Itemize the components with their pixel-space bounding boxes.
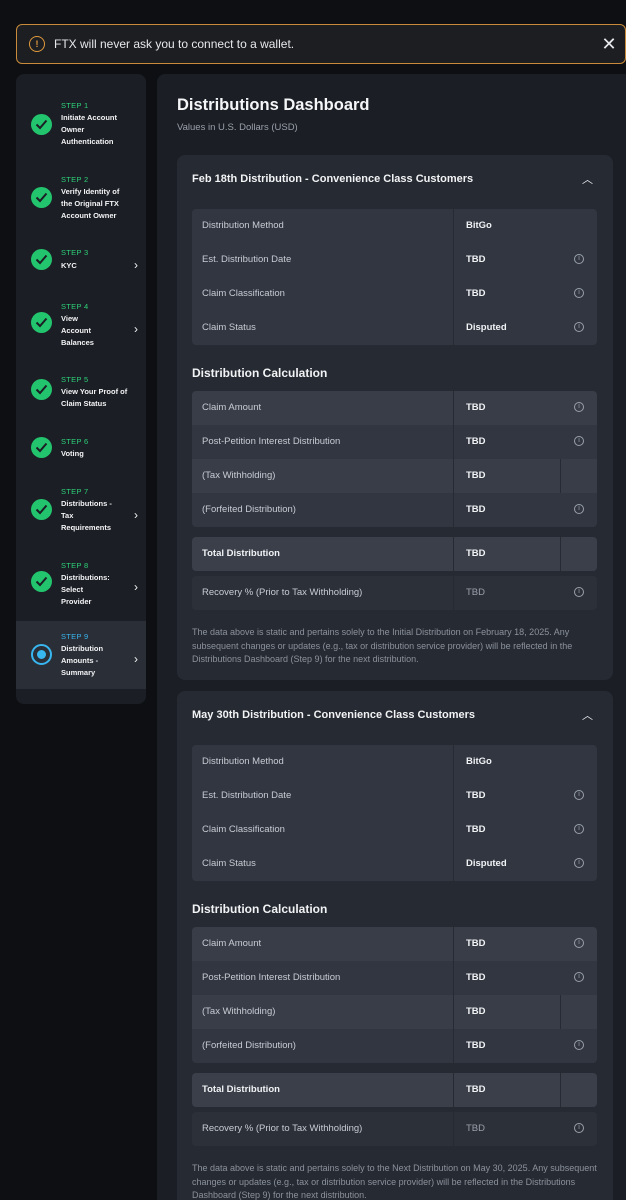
check-circle-icon	[31, 379, 52, 400]
calc-row: Post-Petition Interest Distribution TBD …	[192, 425, 597, 459]
calc-row: Post-Petition Interest Distribution TBD …	[192, 961, 597, 995]
sidebar-step-9[interactable]: STEP 9 Distribution Amounts - Summary ›	[16, 621, 146, 689]
close-icon[interactable]: ✕	[599, 34, 619, 54]
info-icon[interactable]: i	[574, 288, 584, 298]
detail-row: Distribution Method BitGo	[192, 209, 597, 243]
chevron-up-icon[interactable]: ︿	[582, 707, 593, 723]
main-panel: Distributions Dashboard Values in U.S. D…	[157, 74, 626, 1200]
sidebar-step-4[interactable]: STEP 4 View Account Balances ›	[16, 296, 146, 352]
calc-row: Claim Amount TBD i	[192, 927, 597, 961]
sidebar-step-7[interactable]: STEP 7 Distributions - Tax Requirements …	[16, 482, 146, 542]
calc-row: (Forfeited Distribution) TBD i	[192, 493, 597, 527]
calc-row: (Forfeited Distribution) TBD i	[192, 1029, 597, 1063]
page-title: Distributions Dashboard	[177, 96, 370, 114]
chevron-up-icon[interactable]: ︿	[582, 171, 593, 187]
step-title: Voting	[61, 449, 84, 458]
step-number: STEP 2	[61, 175, 89, 184]
sidebar-step-5[interactable]: STEP 5 View Your Proof of Claim Status	[16, 370, 146, 414]
step-number: STEP 8	[61, 561, 89, 570]
check-circle-icon	[31, 249, 52, 270]
step-title: View Account Balances	[61, 314, 94, 347]
step-title: KYC	[61, 261, 77, 270]
calculation-title: Distribution Calculation	[192, 366, 328, 380]
card-title: May 30th Distribution - Convenience Clas…	[192, 709, 476, 721]
recovery-row: Recovery % (Prior to Tax Withholding) TB…	[192, 576, 597, 610]
info-icon[interactable]: i	[574, 587, 584, 597]
detail-row: Est. Distribution Date TBD i	[192, 243, 597, 277]
info-icon[interactable]: i	[574, 858, 584, 868]
detail-row: Claim Status Disputed i	[192, 847, 597, 881]
sidebar-step-1[interactable]: STEP 1 Initiate Account Owner Authentica…	[16, 94, 146, 154]
check-circle-icon	[31, 571, 52, 592]
detail-row: Claim Classification TBD i	[192, 277, 597, 311]
page-subtitle: Values in U.S. Dollars (USD)	[177, 122, 298, 133]
check-circle-icon	[31, 437, 52, 458]
step-title: Verify Identity of the Original FTX Acco…	[61, 187, 120, 220]
current-step-icon	[31, 644, 52, 665]
info-icon[interactable]: i	[574, 790, 584, 800]
warning-triangle-icon: !	[29, 36, 45, 52]
detail-row: Claim Status Disputed i	[192, 311, 597, 345]
step-number: STEP 5	[61, 375, 89, 384]
chevron-right-icon: ›	[134, 652, 138, 666]
check-circle-icon	[31, 312, 52, 333]
chevron-right-icon: ›	[134, 258, 138, 272]
info-icon[interactable]: i	[574, 1040, 584, 1050]
wallet-warning-banner: ! FTX will never ask you to connect to a…	[16, 24, 626, 64]
banner-text: FTX will never ask you to connect to a w…	[54, 37, 295, 51]
step-number: STEP 1	[61, 101, 89, 110]
detail-row: Distribution Method BitGo	[192, 745, 597, 779]
static-data-note: The data above is static and pertains so…	[192, 627, 573, 664]
info-icon[interactable]: i	[574, 504, 584, 514]
info-icon[interactable]: i	[574, 436, 584, 446]
check-circle-icon	[31, 187, 52, 208]
total-distribution-row: Total Distribution TBD	[192, 1073, 597, 1107]
info-icon[interactable]: i	[574, 1123, 584, 1133]
info-icon[interactable]: i	[574, 254, 584, 264]
info-icon[interactable]: i	[574, 402, 584, 412]
info-icon[interactable]: i	[574, 824, 584, 834]
info-icon[interactable]: i	[574, 322, 584, 332]
calc-row: Claim Amount TBD i	[192, 391, 597, 425]
step-number: STEP 7	[61, 487, 89, 496]
total-distribution-row: Total Distribution TBD	[192, 537, 597, 571]
calculation-title: Distribution Calculation	[192, 902, 328, 916]
step-number: STEP 9	[61, 632, 89, 641]
step-number: STEP 3	[61, 248, 89, 257]
detail-row: Est. Distribution Date TBD i	[192, 779, 597, 813]
calc-row: (Tax Withholding) TBD	[192, 459, 597, 493]
steps-sidebar: STEP 1 Initiate Account Owner Authentica…	[16, 74, 146, 704]
chevron-right-icon: ›	[134, 322, 138, 336]
recovery-row: Recovery % (Prior to Tax Withholding) TB…	[192, 1112, 597, 1146]
chevron-right-icon: ›	[134, 508, 138, 522]
chevron-right-icon: ›	[134, 580, 138, 594]
card-title: Feb 18th Distribution - Convenience Clas…	[192, 173, 474, 185]
info-icon[interactable]: i	[574, 972, 584, 982]
step-title: Initiate Account Owner Authentication	[61, 113, 117, 146]
calc-row: (Tax Withholding) TBD	[192, 995, 597, 1029]
step-title: Distributions: Select Provider	[61, 573, 110, 606]
distribution-card-may: May 30th Distribution - Convenience Clas…	[177, 691, 613, 1200]
sidebar-step-3[interactable]: STEP 3 KYC ›	[16, 242, 146, 282]
detail-row: Claim Classification TBD i	[192, 813, 597, 847]
distribution-card-feb: Feb 18th Distribution - Convenience Clas…	[177, 155, 613, 680]
static-data-note: The data above is static and pertains so…	[192, 1163, 597, 1200]
sidebar-step-8[interactable]: STEP 8 Distributions: Select Provider ›	[16, 556, 146, 612]
step-number: STEP 6	[61, 437, 89, 446]
check-circle-icon	[31, 499, 52, 520]
sidebar-step-6[interactable]: STEP 6 Voting	[16, 432, 146, 468]
step-number: STEP 4	[61, 302, 89, 311]
check-circle-icon	[31, 114, 52, 135]
step-title: Distributions - Tax Requirements	[61, 499, 112, 532]
step-title: View Your Proof of Claim Status	[61, 387, 128, 408]
info-icon[interactable]: i	[574, 938, 584, 948]
sidebar-step-2[interactable]: STEP 2 Verify Identity of the Original F…	[16, 168, 146, 228]
step-title: Distribution Amounts - Summary	[61, 644, 104, 677]
